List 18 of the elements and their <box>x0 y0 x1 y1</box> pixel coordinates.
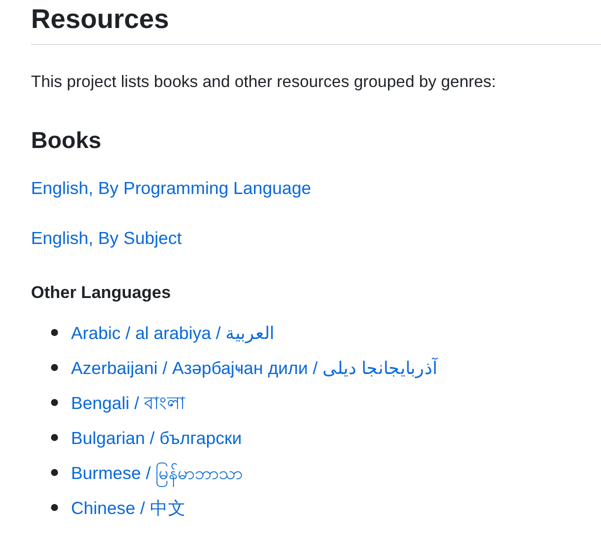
bullet-icon <box>51 364 58 371</box>
book-link[interactable]: English, By Programming Language <box>31 175 312 201</box>
page-title: Resources <box>31 2 601 45</box>
language-link[interactable]: Azerbaijani / Азәрбајҹан дили / آذربایجانجا دیلی <box>71 354 438 380</box>
bullet-icon <box>51 504 58 511</box>
language-link[interactable]: Chinese / 中文 <box>71 494 186 520</box>
language-link[interactable]: Bulgarian / български <box>71 424 242 450</box>
language-link[interactable]: Burmese / မြန်မာဘာသာ <box>71 460 243 486</box>
bullet-icon <box>51 399 58 406</box>
language-link[interactable]: Arabic / al arabiya / العربية <box>71 320 275 346</box>
intro-text: This project lists books and other resources grouped by genres: <box>31 72 497 93</box>
book-link[interactable]: English, By Subject <box>31 225 182 251</box>
section-heading: Books <box>31 126 102 155</box>
bullet-icon <box>51 329 58 336</box>
bullet-icon <box>51 434 58 441</box>
language-link[interactable]: Bengali / বাংলা <box>71 390 185 416</box>
subsection-heading: Other Languages <box>31 282 172 304</box>
bullet-icon <box>51 469 58 476</box>
